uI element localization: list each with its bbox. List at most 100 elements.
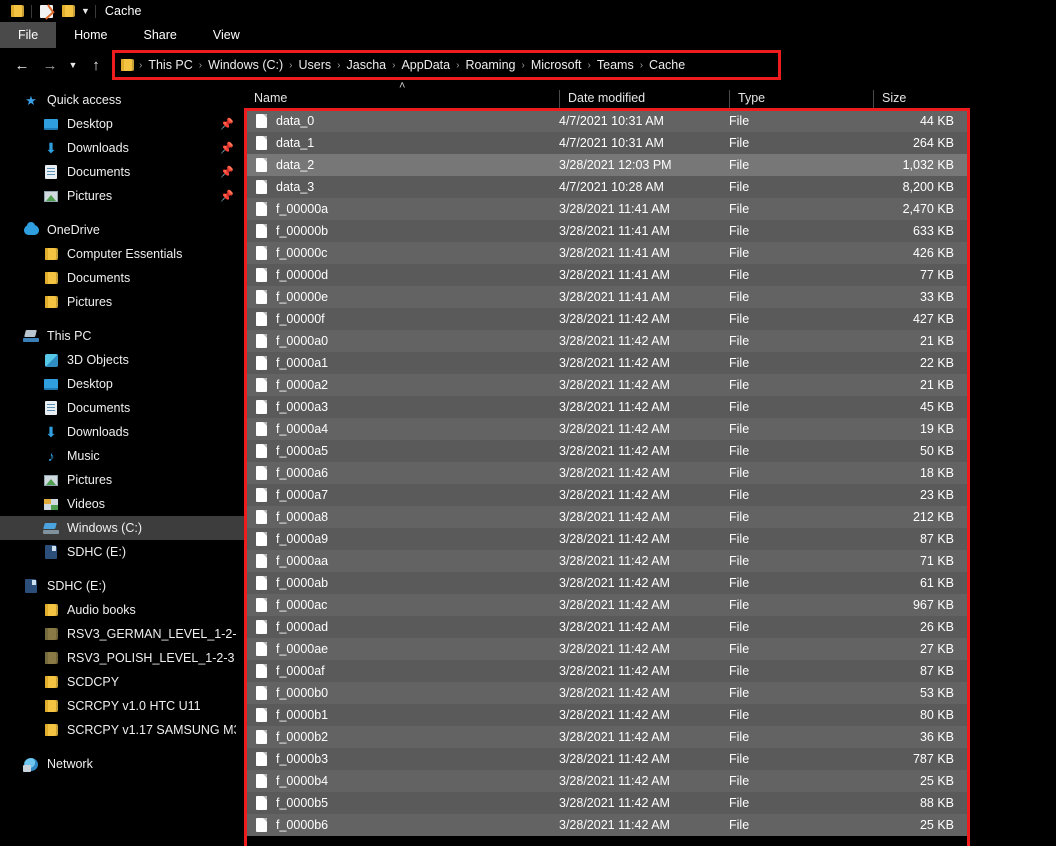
file-name-cell[interactable]: data_0 [247,114,559,128]
file-name-cell[interactable]: f_0000a8 [247,510,559,524]
file-name-cell[interactable]: f_00000a [247,202,559,216]
breadcrumb-item-cache[interactable]: Cache [644,58,690,72]
sidebar-item-computer-essentials[interactable]: Computer Essentials [0,242,244,266]
sidebar-item-this-pc[interactable]: This PC [0,324,244,348]
file-name-cell[interactable]: f_0000a3 [247,400,559,414]
table-row[interactable]: data_2 3/28/2021 12:03 PM File 1,032 KB [247,154,967,176]
table-row[interactable]: f_00000c 3/28/2021 11:41 AM File 426 KB [247,242,967,264]
file-name-cell[interactable]: f_00000b [247,224,559,238]
sidebar-item-music[interactable]: ♪ Music [0,444,244,468]
tab-share[interactable]: Share [126,22,195,48]
sidebar-item-rsv3-german[interactable]: RSV3_GERMAN_LEVEL_1-2-3-4-5 [0,622,244,646]
sidebar-item-sdhc-e-pc[interactable]: SDHC (E:) [0,540,244,564]
table-row[interactable]: f_0000a7 3/28/2021 11:42 AM File 23 KB [247,484,967,506]
column-header-size[interactable]: Size [873,90,968,110]
breadcrumb-item-jascha[interactable]: Jascha [342,58,392,72]
pin-icon[interactable]: 📌 [220,190,234,203]
table-row[interactable]: f_0000b5 3/28/2021 11:42 AM File 88 KB [247,792,967,814]
sidebar-item-scdcpy[interactable]: SCDCPY [0,670,244,694]
file-name-cell[interactable]: f_0000aa [247,554,559,568]
file-name-cell[interactable]: f_0000b3 [247,752,559,766]
tab-file[interactable]: File [0,22,57,48]
table-row[interactable]: f_0000af 3/28/2021 11:42 AM File 87 KB [247,660,967,682]
breadcrumb-item-roaming[interactable]: Roaming [460,58,520,72]
file-name-cell[interactable]: f_0000b4 [247,774,559,788]
file-name-cell[interactable]: f_0000ad [247,620,559,634]
file-name-cell[interactable]: f_0000a7 [247,488,559,502]
table-row[interactable]: f_0000b0 3/28/2021 11:42 AM File 53 KB [247,682,967,704]
table-row[interactable]: f_0000b2 3/28/2021 11:42 AM File 36 KB [247,726,967,748]
up-arrow-icon[interactable]: ↑ [82,50,110,80]
table-row[interactable]: f_0000a6 3/28/2021 11:42 AM File 18 KB [247,462,967,484]
table-row[interactable]: f_0000a5 3/28/2021 11:42 AM File 50 KB [247,440,967,462]
file-name-cell[interactable]: f_0000b0 [247,686,559,700]
file-name-cell[interactable]: f_0000b6 [247,818,559,832]
sidebar-item-videos[interactable]: Videos [0,492,244,516]
table-row[interactable]: f_0000aa 3/28/2021 11:42 AM File 71 KB [247,550,967,572]
sidebar-item-sdhc-e[interactable]: SDHC (E:) [0,574,244,598]
recent-locations-chevron-down-icon[interactable]: ▼ [64,50,82,80]
column-header-type[interactable]: Type [729,90,873,110]
tab-view[interactable]: View [195,22,258,48]
file-name-cell[interactable]: f_0000a4 [247,422,559,436]
file-name-cell[interactable]: f_0000a5 [247,444,559,458]
file-name-cell[interactable]: data_2 [247,158,559,172]
sidebar-item-documents-pc[interactable]: Documents [0,396,244,420]
file-name-cell[interactable]: f_0000ac [247,598,559,612]
table-row[interactable]: data_0 4/7/2021 10:31 AM File 44 KB [247,110,967,132]
table-row[interactable]: f_0000a1 3/28/2021 11:42 AM File 22 KB [247,352,967,374]
sidebar-item-documents-onedrive[interactable]: Documents [0,266,244,290]
back-arrow-icon[interactable]: ← [8,50,36,80]
breadcrumb[interactable]: › This PC › Windows (C:) › Users › Jasch… [112,50,781,80]
pin-icon[interactable]: 📌 [220,166,234,179]
sidebar-item-downloads-qa[interactable]: ⬇ Downloads 📌 [0,136,244,160]
sidebar-item-scrcpy-htc[interactable]: SCRCPY v1.0 HTC U11 [0,694,244,718]
sidebar-item-windows-c[interactable]: Windows (C:) [0,516,244,540]
file-name-cell[interactable]: f_0000b1 [247,708,559,722]
sidebar-item-pictures-onedrive[interactable]: Pictures [0,290,244,314]
sidebar-item-downloads-pc[interactable]: ⬇ Downloads [0,420,244,444]
sort-ascending-icon[interactable]: ˄ [399,80,405,92]
table-row[interactable]: f_00000b 3/28/2021 11:41 AM File 633 KB [247,220,967,242]
file-name-cell[interactable]: f_0000a1 [247,356,559,370]
table-row[interactable]: f_0000a9 3/28/2021 11:42 AM File 87 KB [247,528,967,550]
table-row[interactable]: f_0000ab 3/28/2021 11:42 AM File 61 KB [247,572,967,594]
file-name-cell[interactable]: data_3 [247,180,559,194]
breadcrumb-item-teams[interactable]: Teams [592,58,639,72]
file-name-cell[interactable]: f_0000ae [247,642,559,656]
file-name-cell[interactable]: f_00000d [247,268,559,282]
table-row[interactable]: f_0000ad 3/28/2021 11:42 AM File 26 KB [247,616,967,638]
breadcrumb-item-windows-c[interactable]: Windows (C:) [203,58,288,72]
chevron-down-icon[interactable]: ▼ [81,6,90,16]
sidebar-item-desktop-qa[interactable]: Desktop 📌 [0,112,244,136]
sidebar-item-pictures-qa[interactable]: Pictures 📌 [0,184,244,208]
file-name-cell[interactable]: f_0000ab [247,576,559,590]
sidebar-item-pictures-pc[interactable]: Pictures [0,468,244,492]
table-row[interactable]: f_00000f 3/28/2021 11:42 AM File 427 KB [247,308,967,330]
file-rows-container[interactable]: data_0 4/7/2021 10:31 AM File 44 KB data_1 4/… [247,110,967,846]
file-name-cell[interactable]: f_0000a0 [247,334,559,348]
new-folder-icon[interactable] [57,1,79,21]
table-row[interactable]: f_00000e 3/28/2021 11:41 AM File 33 KB [247,286,967,308]
pin-icon[interactable]: 📌 [220,142,234,155]
folder-icon[interactable] [6,1,28,21]
column-header-date-modified[interactable]: Date modified [559,90,729,110]
table-row[interactable]: f_0000a3 3/28/2021 11:42 AM File 45 KB [247,396,967,418]
column-header-name[interactable]: Name [244,90,559,110]
file-name-cell[interactable]: f_0000b2 [247,730,559,744]
sidebar-item-audio-books[interactable]: Audio books [0,598,244,622]
file-name-cell[interactable]: f_0000a6 [247,466,559,480]
table-row[interactable]: f_00000a 3/28/2021 11:41 AM File 2,470 KB [247,198,967,220]
forward-arrow-icon[interactable]: → [36,50,64,80]
breadcrumb-item-microsoft[interactable]: Microsoft [526,58,587,72]
breadcrumb-item-this-pc[interactable]: This PC [143,58,197,72]
breadcrumb-item-users[interactable]: Users [294,58,337,72]
table-row[interactable]: f_0000a0 3/28/2021 11:42 AM File 21 KB [247,330,967,352]
sidebar-item-scrcpy-samsung[interactable]: SCRCPY v1.17 SAMSUNG M31S [0,718,244,742]
properties-icon[interactable] [35,1,57,21]
tab-home[interactable]: Home [56,22,125,48]
file-name-cell[interactable]: f_0000af [247,664,559,678]
table-row[interactable]: data_3 4/7/2021 10:28 AM File 8,200 KB [247,176,967,198]
sidebar-item-3d-objects[interactable]: 3D Objects [0,348,244,372]
file-name-cell[interactable]: f_0000b5 [247,796,559,810]
